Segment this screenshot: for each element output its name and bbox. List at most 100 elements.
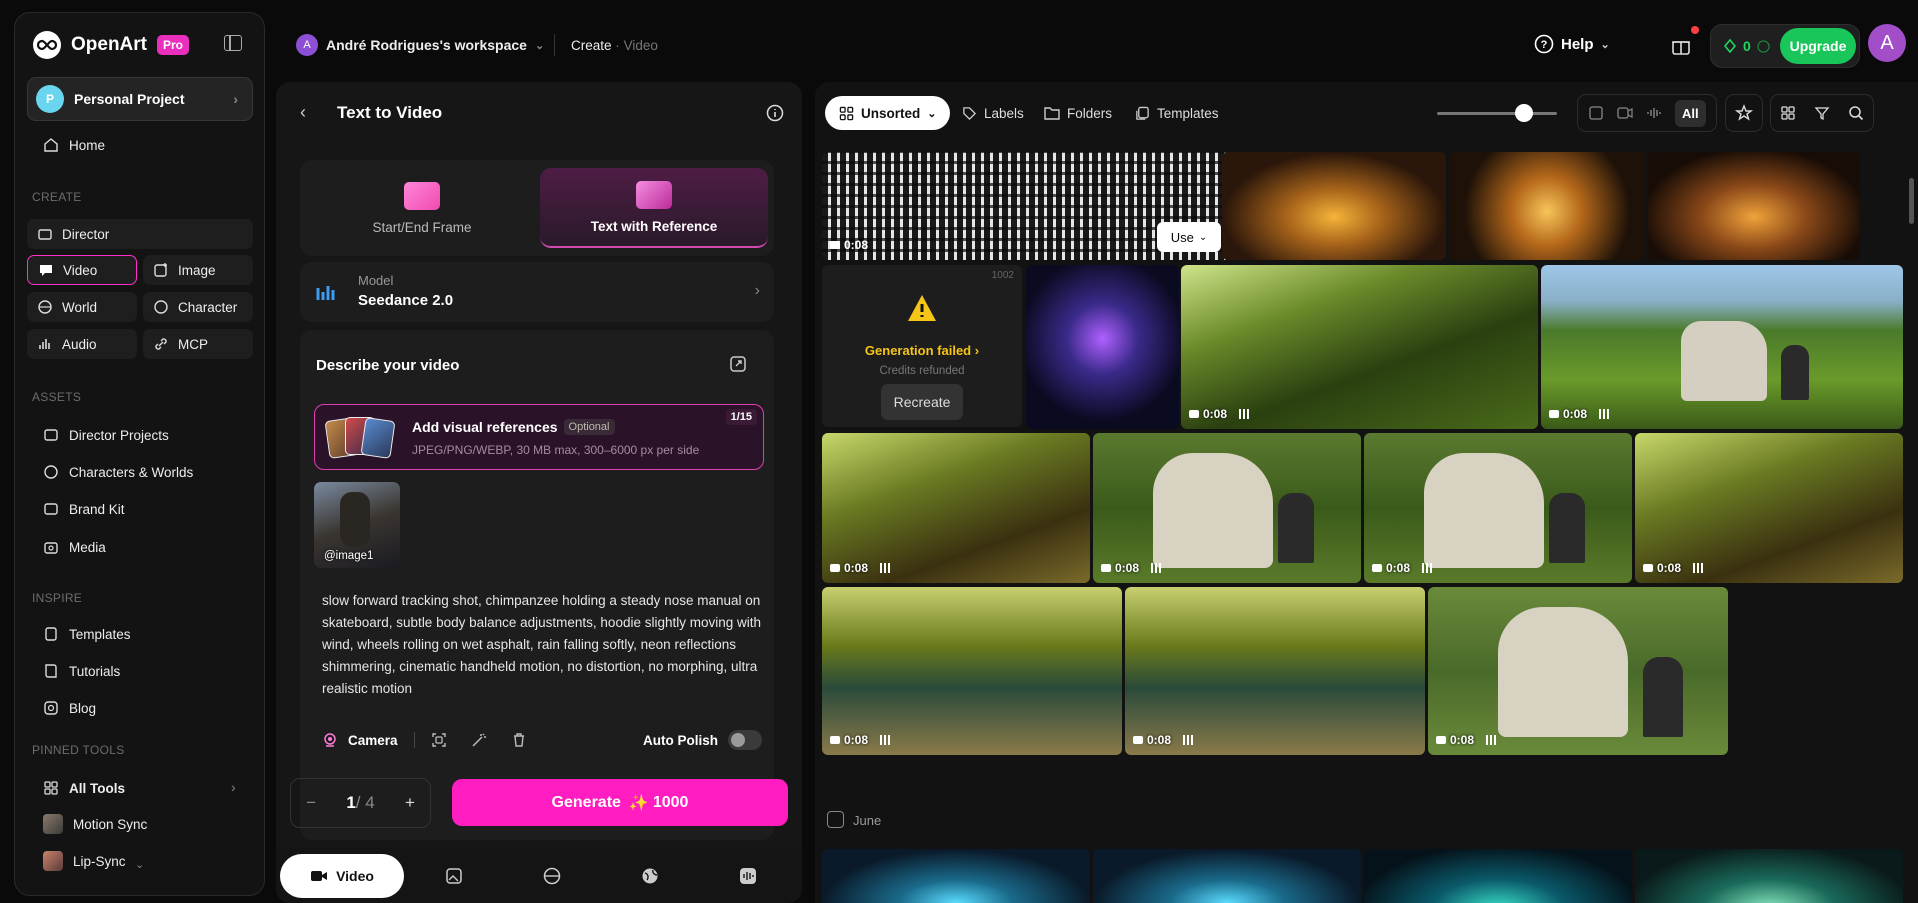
folders-button[interactable]: Folders — [1044, 96, 1112, 130]
sidebar-item-characters-worlds[interactable]: Characters & Worlds — [29, 456, 193, 488]
recreate-button[interactable]: Recreate — [881, 384, 963, 420]
tab-video[interactable]: Video — [280, 853, 404, 898]
sidebar-item-tutorials[interactable]: Tutorials — [29, 655, 120, 687]
magic-wand-icon[interactable] — [471, 732, 487, 748]
add-visual-references[interactable]: Add visual references Optional JPEG/PNG/… — [314, 404, 764, 470]
sidebar-item-all-tools[interactable]: All Tools — [29, 772, 125, 804]
mode-start-end-frame[interactable]: Start/End Frame — [308, 168, 536, 248]
model-selector[interactable]: Model Seedance 2.0 › — [300, 262, 774, 322]
sidebar-item-video[interactable]: Video — [27, 255, 137, 285]
chevron-down-icon[interactable]: ⌄ — [135, 858, 144, 871]
expand-icon[interactable] — [728, 354, 748, 374]
grid-view-icon[interactable] — [1780, 105, 1796, 121]
camera-button[interactable]: Camera — [348, 733, 398, 748]
gallery-video-tile[interactable]: 0:08 — [822, 433, 1090, 583]
info-icon — [1757, 39, 1770, 53]
minus-icon[interactable]: − — [306, 793, 316, 813]
gallery-image-tile[interactable] — [1635, 849, 1903, 903]
tab-character[interactable] — [532, 854, 572, 898]
sort-dropdown[interactable]: Unsorted ⌄ — [825, 96, 951, 130]
gallery-video-tile[interactable]: 0:08 — [1541, 265, 1903, 429]
audio-filter-icon[interactable] — [1646, 105, 1662, 121]
count-stepper[interactable]: − 1/ 4 + — [290, 778, 431, 828]
zoom-slider-track[interactable] — [1437, 112, 1557, 115]
sidebar-item-director-projects[interactable]: Director Projects — [29, 419, 169, 451]
gallery-image-tile[interactable] — [822, 849, 1090, 903]
tab-image[interactable] — [434, 854, 474, 898]
globe-icon — [642, 868, 658, 883]
sidebar-item-label: Image — [178, 262, 216, 278]
project-selector[interactable]: P Personal Project › — [27, 77, 253, 121]
section-checkbox[interactable] — [827, 811, 844, 828]
video-duration: 0:08 — [1133, 733, 1194, 747]
search-icon[interactable] — [1848, 105, 1864, 121]
sidebar-item-director[interactable]: Director — [27, 219, 253, 249]
sidebar-item-motion-sync[interactable]: Motion Sync — [29, 808, 147, 840]
info-icon[interactable] — [766, 104, 784, 122]
credits-count: 0 — [1743, 38, 1751, 54]
mode-text-with-reference[interactable]: Text with Reference — [540, 168, 768, 248]
sidebar-item-label: Director Projects — [69, 427, 169, 443]
labels-button[interactable]: Labels — [962, 96, 1024, 130]
help-label: Help — [1561, 35, 1594, 53]
camera-icon — [324, 733, 336, 747]
sidebar-item-mcp[interactable]: MCP — [143, 329, 253, 359]
back-arrow-icon[interactable]: ‹ — [300, 102, 306, 123]
use-button[interactable]: Use ⌄ — [1157, 222, 1221, 252]
workspace-selector[interactable]: A André Rodrigues's workspace ⌄ — [296, 34, 544, 56]
sidebar-item-home[interactable]: Home — [29, 129, 105, 161]
templates-button[interactable]: Templates — [1135, 96, 1219, 130]
gallery-video-tile[interactable]: 0:08 — [1125, 587, 1425, 755]
sidebar-item-media[interactable]: Media — [29, 531, 106, 563]
favorites-button[interactable] — [1725, 94, 1763, 132]
zoom-slider-knob[interactable] — [1515, 104, 1533, 122]
gallery-image-tile[interactable] — [1648, 152, 1860, 260]
sidebar-item-image[interactable]: Image — [143, 255, 253, 285]
sidebar-item-templates[interactable]: Templates — [29, 618, 131, 650]
gallery-video-tile[interactable]: 0:08 — [1364, 433, 1632, 583]
plus-icon[interactable]: + — [405, 793, 415, 813]
filter-all[interactable]: All — [1674, 99, 1706, 127]
video-filter-icon[interactable] — [1617, 106, 1633, 120]
sidebar-item-lip-sync[interactable]: Lip-Sync — [29, 845, 126, 877]
gallery-scrollbar[interactable] — [1909, 178, 1914, 224]
gem-icon — [1723, 39, 1737, 53]
gallery-video-tile[interactable]: 0:08 — [1428, 587, 1728, 755]
help-button[interactable]: ? Help ⌄ — [1534, 34, 1610, 54]
gift-icon[interactable] — [1670, 34, 1692, 56]
reference-image-1[interactable]: @image1 — [314, 482, 400, 568]
gallery-video-tile[interactable]: 0:08 — [1635, 433, 1903, 583]
gallery-image-tile[interactable] — [1222, 152, 1446, 260]
auto-polish-toggle[interactable] — [728, 730, 762, 750]
gallery-video-tile[interactable]: 0:08 — [1181, 265, 1538, 429]
sidebar-item-blog[interactable]: Blog — [29, 692, 96, 724]
logo[interactable]: OpenArt Pro — [33, 31, 190, 59]
prompt-text[interactable]: slow forward tracking shot, chimpanzee h… — [322, 590, 762, 700]
breadcrumb-create[interactable]: Create — [571, 38, 612, 53]
scan-icon[interactable] — [431, 732, 447, 748]
gallery-image-tile[interactable] — [1449, 152, 1645, 260]
gallery-image-tile[interactable] — [1093, 849, 1361, 903]
user-avatar[interactable]: A — [1868, 24, 1906, 62]
filter-icon[interactable] — [1814, 105, 1830, 121]
gallery-video-tile[interactable]: 0:08 Use ⌄ — [822, 152, 1230, 260]
gallery-video-tile[interactable]: 0:08 — [822, 587, 1122, 755]
svg-text:?: ? — [1541, 39, 1548, 51]
sidebar-item-brand-kit[interactable]: Brand Kit — [29, 493, 125, 525]
failed-title[interactable]: Generation failed › — [822, 343, 1022, 358]
sidebar-item-character[interactable]: Character — [143, 292, 253, 322]
gallery-image-tile[interactable] — [1026, 265, 1179, 429]
generate-button[interactable]: Generate ✨ 1000 — [452, 779, 788, 826]
sidebar-item-audio[interactable]: Audio — [27, 329, 137, 359]
trash-icon[interactable] — [511, 732, 527, 748]
tab-audio[interactable] — [728, 854, 768, 898]
gallery-image-tile[interactable] — [1364, 849, 1632, 903]
sidebar-item-world[interactable]: World — [27, 292, 137, 322]
tab-world[interactable] — [630, 854, 670, 898]
upgrade-button[interactable]: Upgrade — [1780, 28, 1856, 64]
sidebar-toggle-icon[interactable] — [224, 35, 242, 51]
gallery-video-tile[interactable]: 0:08 — [1093, 433, 1361, 583]
project-avatar: P — [36, 85, 64, 113]
image-filter-icon[interactable] — [1588, 105, 1604, 121]
media-type-tabs: Video — [276, 848, 802, 903]
